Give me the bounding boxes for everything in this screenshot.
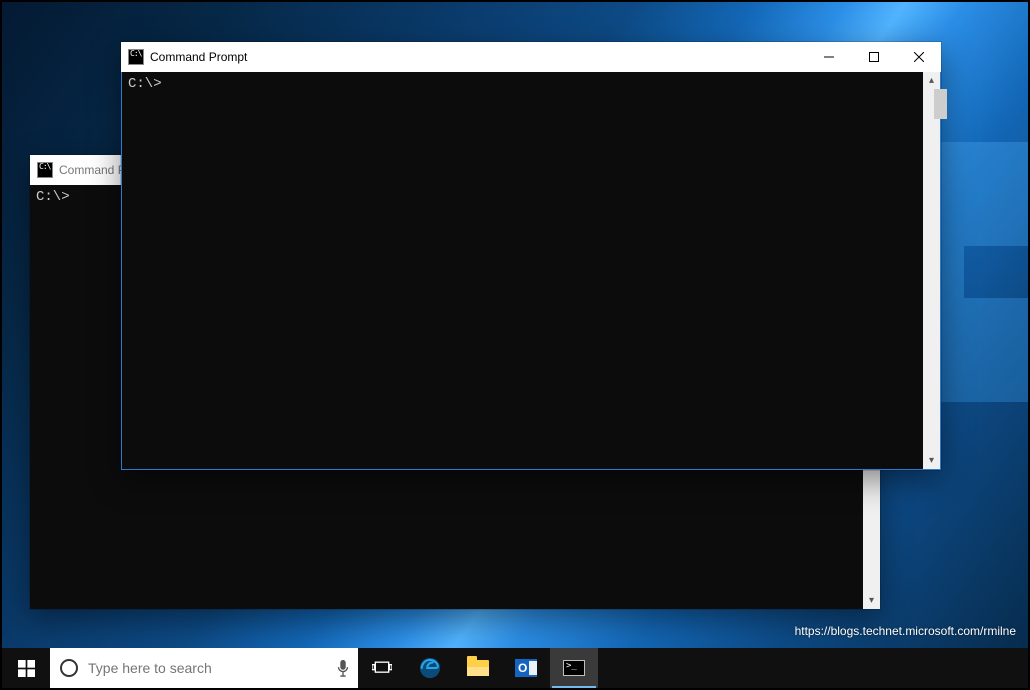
console-body: C:\> ▴ ▾ xyxy=(121,72,941,470)
titlebar-front[interactable]: Command Prompt xyxy=(121,42,941,72)
folder-icon xyxy=(467,660,489,676)
cortana-icon xyxy=(60,659,78,677)
taskbar-app-outlook[interactable]: O xyxy=(502,648,550,688)
minimize-button[interactable] xyxy=(806,42,851,72)
start-button[interactable] xyxy=(2,648,50,688)
scrollbar[interactable]: ▴ ▾ xyxy=(923,72,940,469)
close-button[interactable] xyxy=(896,42,941,72)
cmd-app-icon xyxy=(128,49,144,65)
window-title: Command Prompt xyxy=(150,50,247,64)
taskbar-app-explorer[interactable] xyxy=(454,648,502,688)
credit-url: https://blogs.technet.microsoft.com/rmil… xyxy=(795,624,1016,638)
cmd-app-icon xyxy=(37,162,53,178)
windows-logo-icon xyxy=(18,660,35,677)
taskbar-app-edge[interactable] xyxy=(406,648,454,688)
edge-icon xyxy=(419,657,441,679)
cmd-icon: >_ xyxy=(563,660,585,676)
task-view-button[interactable] xyxy=(358,648,406,688)
cmd-window-front[interactable]: Command Prompt C:\> ▴ ▾ xyxy=(121,42,941,470)
scroll-up-icon[interactable]: ▴ xyxy=(923,72,940,89)
search-input[interactable] xyxy=(88,660,326,676)
scroll-down-icon[interactable]: ▾ xyxy=(863,592,880,609)
outlook-icon: O xyxy=(515,659,537,677)
search-box[interactable] xyxy=(50,648,358,688)
taskbar-app-cmd[interactable]: >_ xyxy=(550,648,598,688)
task-view-icon xyxy=(372,660,392,676)
taskbar: O >_ xyxy=(2,648,1028,688)
scroll-down-icon[interactable]: ▾ xyxy=(923,452,940,469)
scroll-thumb[interactable] xyxy=(934,89,947,119)
mic-icon[interactable] xyxy=(336,659,350,677)
console-output[interactable]: C:\> xyxy=(122,72,923,469)
maximize-button[interactable] xyxy=(851,42,896,72)
